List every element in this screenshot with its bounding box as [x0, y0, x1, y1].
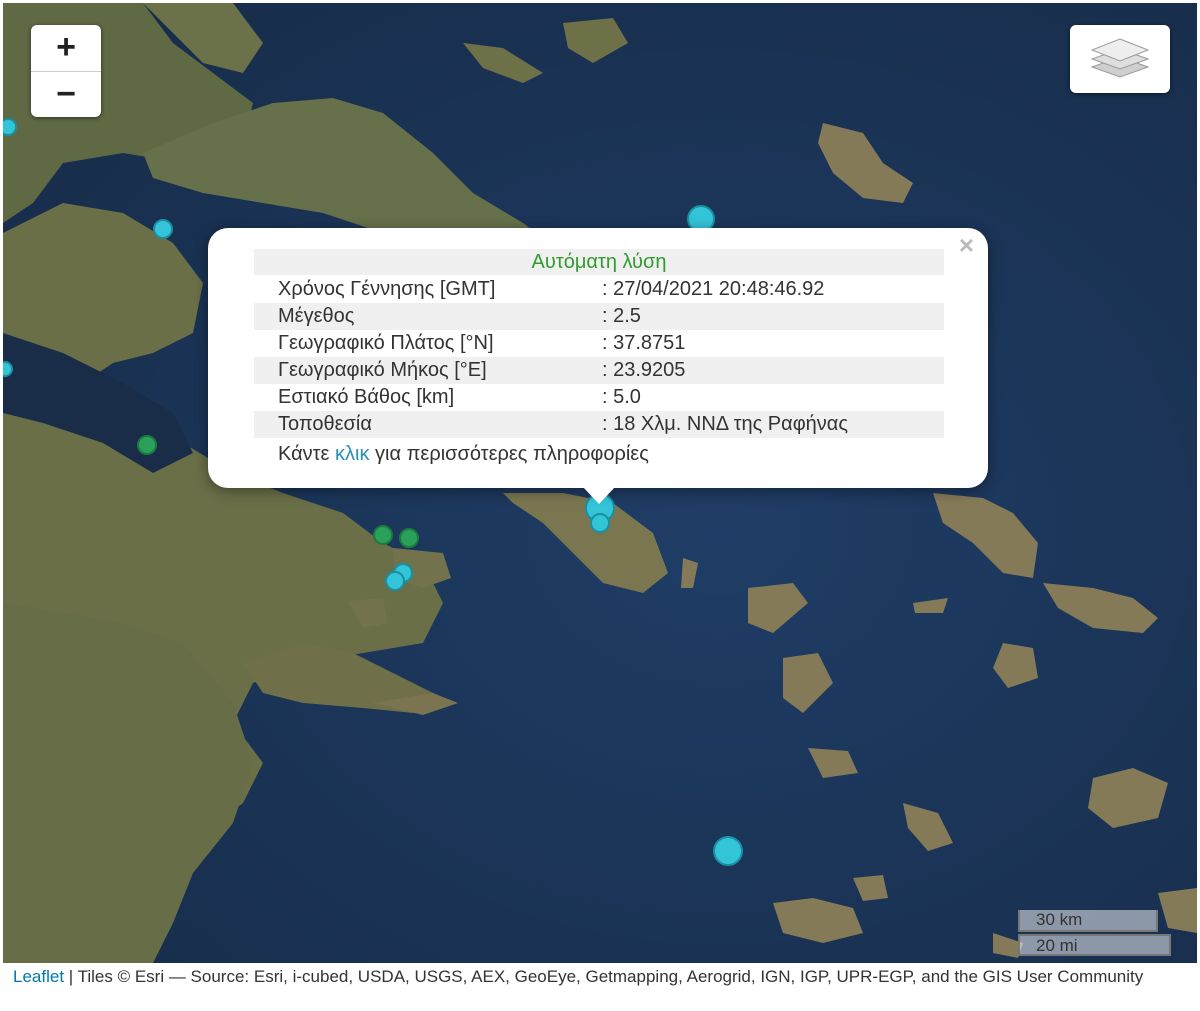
row-label: Τοποθεσία	[278, 413, 372, 435]
quake-marker[interactable]	[713, 836, 743, 866]
quake-marker[interactable]	[3, 361, 13, 377]
scale-bar-mi: 20 mi	[1018, 934, 1171, 956]
layers-control-button[interactable]	[1070, 25, 1170, 93]
quake-marker[interactable]	[590, 513, 610, 533]
quake-marker[interactable]	[137, 435, 157, 455]
quake-marker[interactable]	[153, 219, 173, 239]
scale-bar-km: 30 km	[1018, 910, 1158, 932]
attribution: Leaflet | Tiles © Esri — Source: Esri, i…	[3, 963, 1197, 1011]
more-info-suffix: για περισσότερες πληροφορίες	[369, 443, 649, 465]
row-value: : 2.5	[602, 305, 641, 327]
popup-row-magnitude: Μέγεθος : 2.5	[254, 303, 944, 330]
layers-icon	[1090, 38, 1150, 78]
row-value: : 27/04/2021 20:48:46.92	[602, 278, 825, 300]
more-info-link[interactable]: κλικ	[335, 443, 369, 465]
zoom-in-button[interactable]: +	[31, 25, 101, 71]
attribution-text: | Tiles © Esri — Source: Esri, i-cubed, …	[64, 967, 1144, 986]
more-info-text: Κάντε κλικ για περισσότερες πληροφορίες	[278, 441, 649, 468]
popup-tip	[582, 486, 616, 504]
row-value: : 37.8751	[602, 332, 686, 354]
row-label: Εστιακό Βάθος [km]	[278, 386, 455, 408]
quake-marker[interactable]	[3, 118, 17, 136]
popup-row-longitude: Γεωγραφικό Μήκος [°E] : 23.9205	[254, 357, 944, 384]
quake-marker[interactable]	[399, 528, 419, 548]
popup-row-location: Τοποθεσία : 18 Χλμ. ΝΝΔ της Ραφήνας	[254, 411, 944, 438]
row-value: : 5.0	[602, 386, 641, 408]
popup-row-latitude: Γεωγραφικό Πλάτος [°N] : 37.8751	[254, 330, 944, 357]
earthquake-popup: × Αυτόματη λύση Χρόνος Γέννησης [GMT] : …	[208, 228, 988, 488]
more-info-prefix: Κάντε	[278, 443, 336, 465]
row-value: : 23.9205	[602, 359, 686, 381]
popup-row-depth: Εστιακό Βάθος [km] : 5.0	[254, 384, 944, 411]
row-label: Χρόνος Γέννησης [GMT]	[278, 278, 496, 300]
quake-marker[interactable]	[385, 571, 405, 591]
row-label: Γεωγραφικό Μήκος [°E]	[278, 359, 487, 381]
row-value: : 18 Χλμ. ΝΝΔ της Ραφήνας	[602, 413, 849, 435]
popup-title: Αυτόματη λύση	[254, 249, 944, 275]
row-label: Μέγεθος	[278, 305, 355, 327]
popup-row-origin-time: Χρόνος Γέννησης [GMT] : 27/04/2021 20:48…	[254, 276, 944, 303]
leaflet-link[interactable]: Leaflet	[13, 967, 64, 986]
quake-marker[interactable]	[373, 525, 393, 545]
row-label: Γεωγραφικό Πλάτος [°N]	[278, 332, 494, 354]
zoom-control: + −	[31, 25, 101, 117]
close-icon[interactable]: ×	[959, 230, 974, 260]
zoom-out-button[interactable]: −	[31, 71, 101, 117]
